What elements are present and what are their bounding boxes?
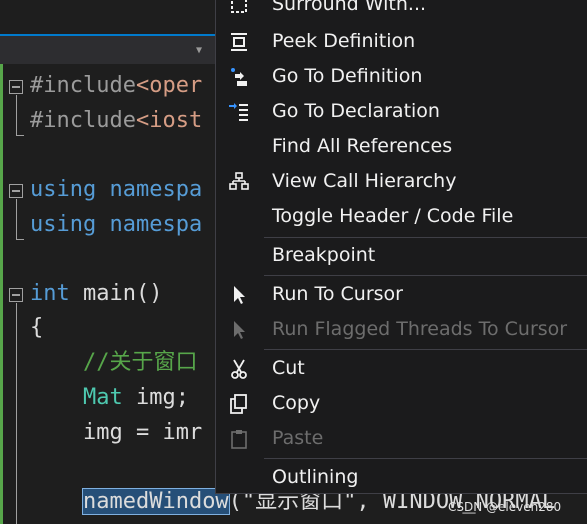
- peek-definition-icon: [228, 31, 250, 53]
- menu-item-label: Go To Definition: [272, 65, 423, 87]
- menu-item-label: Run To Cursor: [272, 283, 403, 305]
- menu-item-label: Cut: [272, 357, 305, 379]
- menu-item-outlining[interactable]: Outlining: [216, 460, 587, 495]
- code-line: int main(): [30, 277, 162, 311]
- code-line: #include<iost: [30, 104, 202, 138]
- menu-item-label: Outlining: [272, 466, 359, 488]
- menu-item-go-to-definition[interactable]: Go To Definition: [216, 59, 587, 94]
- collapse-icon[interactable]: [9, 288, 23, 302]
- code-token: namespa: [109, 212, 203, 237]
- code-line: Mat img;: [30, 381, 189, 415]
- menu-item-toggle-header-code-file[interactable]: Toggle Header / Code File: [216, 199, 587, 234]
- code-token: #include: [30, 108, 136, 133]
- menu-item-label: Go To Declaration: [272, 100, 440, 122]
- menu-item-label: View Call Hierarchy: [272, 170, 457, 192]
- code-line: img = imr: [30, 416, 202, 450]
- code-token: using: [30, 212, 97, 237]
- menu-item-cut[interactable]: Cut: [216, 351, 587, 386]
- code-token: img;: [122, 385, 189, 410]
- code-line: using namespa: [30, 208, 202, 242]
- menu-separator: [264, 275, 587, 276]
- code-token: main(): [69, 281, 163, 306]
- collapse-icon[interactable]: [9, 184, 23, 198]
- menu-separator: [264, 349, 587, 350]
- menu-item-label: Copy: [272, 392, 321, 414]
- menu-item-copy[interactable]: Copy: [216, 386, 587, 421]
- menu-item-label: Breakpoint: [272, 244, 376, 266]
- menu-item-label: Find All References: [272, 135, 453, 157]
- menu-item-label: Run Flagged Threads To Cursor: [272, 318, 568, 340]
- call-hierarchy-icon: [228, 171, 250, 193]
- copy-icon: [228, 393, 250, 415]
- menu-item-label: Paste: [272, 427, 324, 449]
- go-to-declaration-icon: [228, 101, 250, 123]
- menu-item-breakpoint[interactable]: Breakpoint: [216, 238, 587, 273]
- menu-separator: [264, 458, 587, 459]
- menu-item-peek-definition[interactable]: Peek Definition: [216, 24, 587, 59]
- code-line: #include<oper: [30, 69, 202, 103]
- menu-item-find-all-references[interactable]: Find All References: [216, 129, 587, 164]
- fold-guide-end: [16, 239, 24, 240]
- surround-with-icon: [228, 0, 250, 16]
- watermark: CSDN @eleven280: [448, 500, 562, 514]
- fold-guide: [16, 199, 17, 239]
- fold-guide-end: [16, 135, 24, 136]
- menu-item-view-call-hierarchy[interactable]: View Call Hierarchy: [216, 164, 587, 199]
- menu-item-run-to-cursor[interactable]: Run To Cursor: [216, 277, 587, 312]
- code-token: namespa: [109, 177, 203, 202]
- go-to-definition-icon: [228, 66, 250, 88]
- run-flagged-threads-icon: [228, 319, 250, 341]
- menu-item-label: Peek Definition: [272, 30, 416, 52]
- cut-icon: [228, 358, 250, 380]
- code-line: //关于窗口: [30, 346, 198, 380]
- selected-identifier: namedWindow: [81, 488, 230, 515]
- context-menu: Surround With... Peek Definition Go To D…: [215, 0, 587, 494]
- menu-item-label: Toggle Header / Code File: [272, 205, 514, 227]
- dropdown-arrow-icon[interactable]: ▼: [196, 45, 202, 56]
- code-token: int: [30, 281, 70, 306]
- menu-item-surround-with[interactable]: Surround With...: [216, 0, 587, 22]
- code-token: using: [30, 177, 97, 202]
- code-line: {: [30, 311, 43, 345]
- code-token: Mat: [82, 385, 123, 410]
- paste-icon: [228, 428, 250, 450]
- menu-item-go-to-declaration[interactable]: Go To Declaration: [216, 94, 587, 129]
- code-token: img = imr: [30, 420, 203, 445]
- run-to-cursor-icon: [228, 284, 250, 306]
- fold-guide: [16, 95, 17, 135]
- code-token: //关于窗口: [30, 350, 198, 375]
- code-token: <oper: [135, 73, 203, 98]
- code-token: <iost: [135, 108, 203, 133]
- menu-item-label: Surround With...: [272, 0, 427, 15]
- fold-guide: [16, 303, 17, 524]
- menu-item-run-flagged-threads-to-cursor: Run Flagged Threads To Cursor: [216, 312, 587, 347]
- collapse-icon[interactable]: [9, 80, 23, 94]
- code-token: {: [30, 315, 44, 340]
- menu-item-paste: Paste: [216, 421, 587, 456]
- code-line: using namespa: [30, 173, 202, 207]
- code-token: #include: [30, 73, 136, 98]
